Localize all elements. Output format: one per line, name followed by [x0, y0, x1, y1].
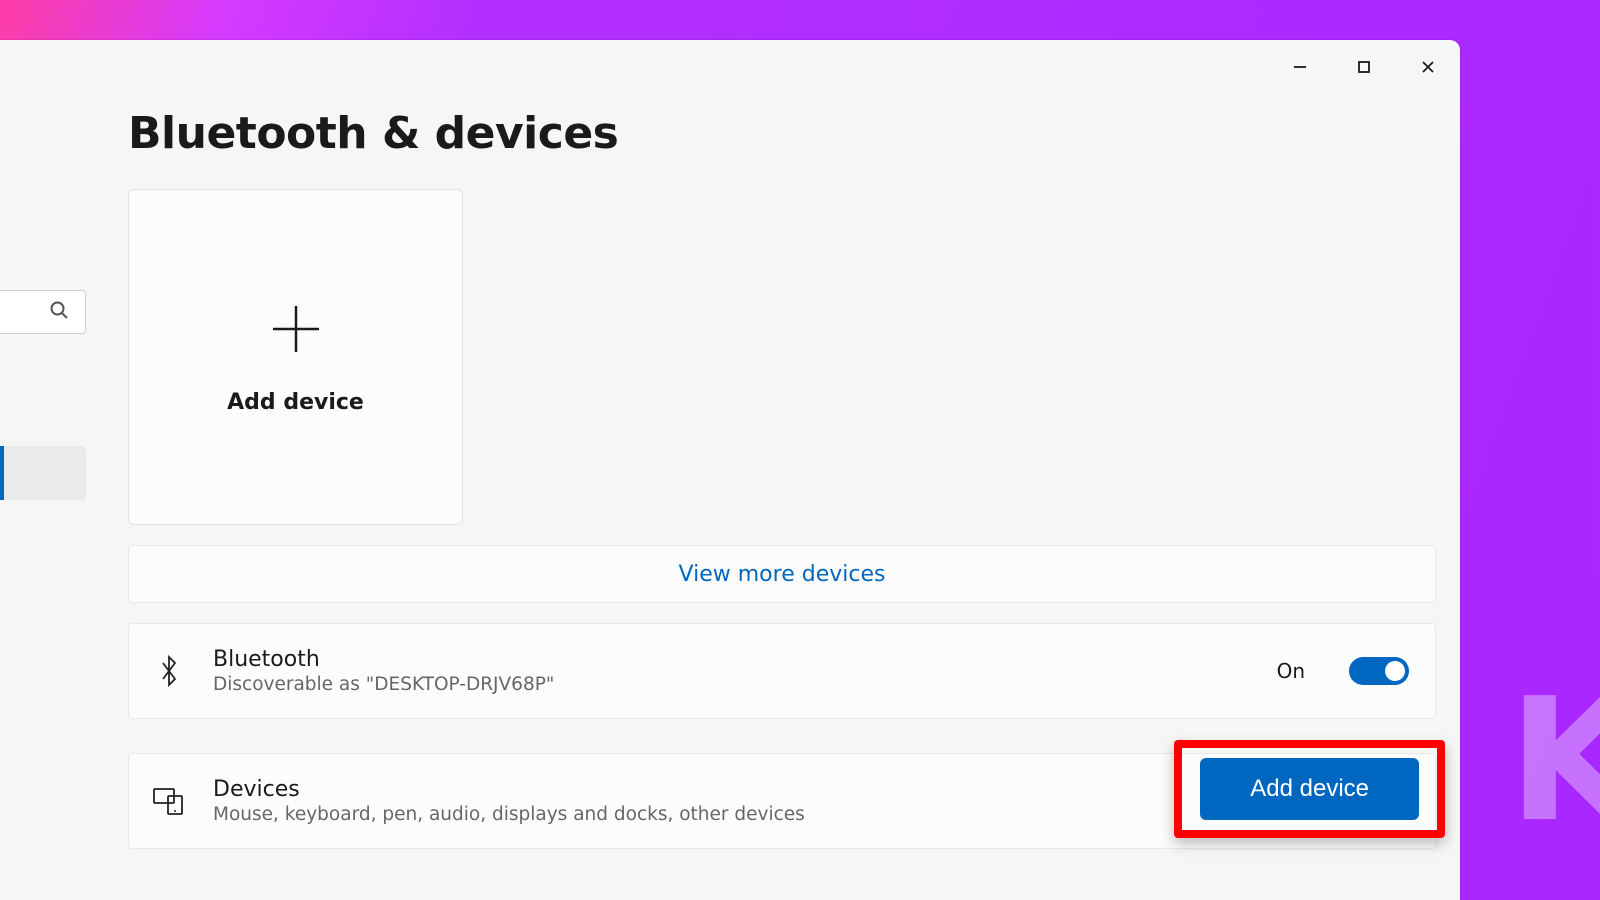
titlebar-controls: [1268, 40, 1460, 94]
watermark-letter: K: [1508, 662, 1600, 860]
devices-icon: [151, 786, 187, 816]
page-title: Bluetooth & devices: [128, 108, 1436, 159]
bluetooth-toggle-row: Bluetooth Discoverable as "DESKTOP-DRJV6…: [128, 623, 1436, 719]
main-content: Bluetooth & devices Add device View more…: [128, 108, 1436, 883]
add-device-button[interactable]: Add device: [1200, 758, 1419, 820]
bluetooth-title: Bluetooth: [213, 647, 1251, 672]
search-input[interactable]: [0, 290, 86, 334]
bluetooth-icon: [151, 654, 187, 688]
view-more-label: View more devices: [679, 562, 886, 587]
minimize-button[interactable]: [1268, 40, 1332, 94]
devices-row[interactable]: Devices Mouse, keyboard, pen, audio, dis…: [128, 753, 1436, 849]
bluetooth-subtitle: Discoverable as "DESKTOP-DRJV68P": [213, 674, 1251, 695]
plus-icon: [267, 300, 325, 362]
search-icon: [49, 300, 69, 324]
bluetooth-texts: Bluetooth Discoverable as "DESKTOP-DRJV6…: [213, 647, 1251, 695]
toggle-knob: [1385, 661, 1405, 681]
bluetooth-toggle[interactable]: [1349, 657, 1409, 685]
annotation-highlight: Add device: [1174, 740, 1445, 838]
add-device-card[interactable]: Add device: [128, 189, 463, 525]
sidebar-item-active[interactable]: [0, 446, 86, 500]
bluetooth-status-label: On: [1277, 659, 1305, 683]
maximize-button[interactable]: [1332, 40, 1396, 94]
add-device-card-label: Add device: [227, 390, 364, 415]
sidebar-fragment: [0, 290, 86, 500]
close-button[interactable]: [1396, 40, 1460, 94]
device-cards-row: Add device: [128, 189, 1436, 525]
view-more-devices-link[interactable]: View more devices: [128, 545, 1436, 603]
settings-window: Bluetooth & devices Add device View more…: [0, 40, 1460, 900]
